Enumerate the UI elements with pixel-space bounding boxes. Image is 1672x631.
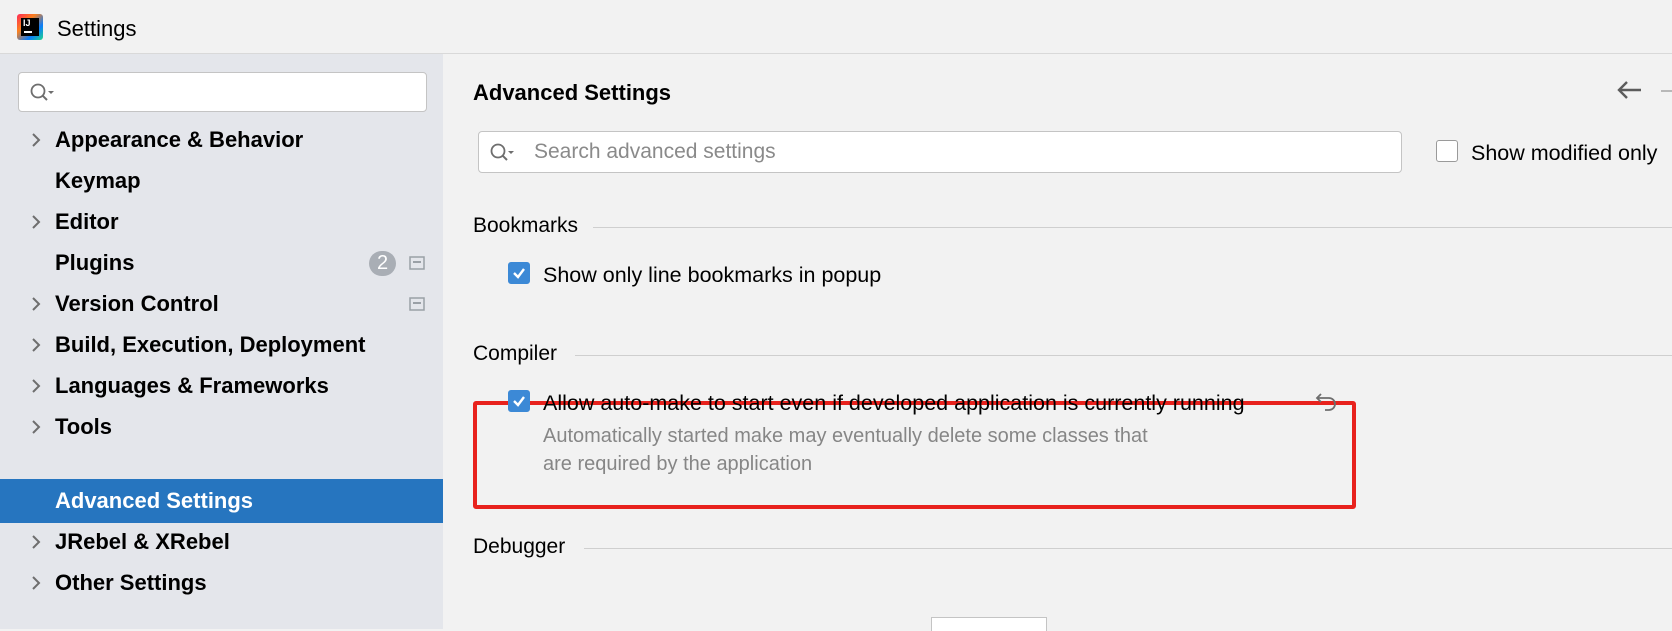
sidebar-item-languages-frameworks[interactable]: Languages & Frameworks — [0, 364, 443, 408]
section-divider — [584, 548, 1672, 549]
search-icon — [30, 83, 54, 101]
sidebar-item-jrebel-xrebel[interactable]: JRebel & XRebel — [0, 520, 443, 564]
intellij-logo-icon: IJ — [17, 14, 43, 40]
section-divider — [593, 227, 1672, 228]
sidebar-item-plugins[interactable]: Plugins 2 — [0, 241, 443, 285]
window-title: Settings — [57, 16, 137, 41]
project-level-icon — [409, 256, 425, 270]
sidebar-item-other-settings[interactable]: Other Settings — [0, 561, 443, 605]
chevron-right-icon[interactable] — [27, 520, 47, 564]
show-line-bookmarks-checkbox[interactable] — [508, 262, 530, 284]
chevron-right-icon[interactable] — [27, 200, 47, 244]
compiler-section-title: Compiler — [473, 342, 558, 365]
search-icon — [490, 143, 514, 161]
sidebar-item-label: Build, Execution, Deployment — [55, 332, 366, 357]
show-modified-only-label: Show modified only — [1471, 141, 1658, 165]
allow-auto-make-checkbox[interactable] — [508, 390, 530, 412]
back-arrow-icon[interactable] — [1615, 78, 1643, 102]
advanced-settings-search[interactable] — [478, 131, 1402, 173]
plugins-update-badge: 2 — [369, 251, 396, 276]
show-modified-only-checkbox[interactable] — [1436, 140, 1458, 162]
sidebar-item-label: Other Settings — [55, 570, 207, 595]
advanced-settings-panel: Advanced Settings Show modified only Boo… — [443, 54, 1672, 631]
allow-auto-make-label: Allow auto-make to start even if develop… — [543, 391, 1245, 415]
show-line-bookmarks-label: Show only line bookmarks in popup — [543, 263, 882, 287]
chevron-right-icon[interactable] — [27, 323, 47, 367]
chevron-right-icon[interactable] — [27, 405, 47, 449]
auto-make-hint-line-2: are required by the application — [543, 453, 813, 475]
debugger-section-title: Debugger — [473, 535, 566, 558]
reset-icon[interactable] — [1314, 389, 1338, 411]
sidebar-item-label: JRebel & XRebel — [55, 529, 230, 554]
sidebar-item-label: Editor — [55, 209, 119, 234]
project-level-icon — [409, 297, 425, 311]
sidebar-item-label: Tools — [55, 414, 113, 439]
settings-sidebar: Appearance & Behavior Keymap Editor Plug… — [0, 54, 443, 629]
sidebar-item-label: Version Control — [55, 291, 219, 316]
sidebar-item-label: Keymap — [55, 168, 141, 193]
sidebar-item-advanced-settings[interactable]: Advanced Settings — [0, 479, 443, 523]
bookmarks-section-title: Bookmarks — [473, 214, 579, 237]
chevron-right-icon[interactable] — [27, 561, 47, 605]
forward-arrow-icon[interactable] — [1661, 90, 1672, 92]
chevron-right-icon[interactable] — [27, 282, 47, 326]
auto-make-hint-line-1: Automatically started make may eventuall… — [543, 425, 1148, 447]
page-title: Advanced Settings — [473, 80, 672, 105]
sidebar-item-version-control[interactable]: Version Control — [0, 282, 443, 326]
section-divider — [575, 355, 1672, 356]
search-input[interactable] — [534, 132, 1384, 172]
sidebar-item-label: Advanced Settings — [55, 488, 254, 513]
sidebar-item-tools[interactable]: Tools — [0, 405, 443, 449]
sidebar-item-editor[interactable]: Editor — [0, 200, 443, 244]
sidebar-item-appearance-behavior[interactable]: Appearance & Behavior — [0, 118, 443, 162]
chevron-right-icon[interactable] — [27, 364, 47, 408]
sidebar-item-label: Languages & Frameworks — [55, 373, 329, 398]
sidebar-item-build-execution-deployment[interactable]: Build, Execution, Deployment — [0, 323, 443, 367]
chevron-right-icon[interactable] — [27, 118, 47, 162]
title-bar: IJ Settings — [0, 0, 1672, 54]
sidebar-search-input[interactable] — [18, 72, 427, 112]
sidebar-item-label: Plugins — [55, 250, 135, 275]
sidebar-item-label: Appearance & Behavior — [55, 127, 304, 152]
sidebar-item-keymap[interactable]: Keymap — [0, 159, 443, 203]
